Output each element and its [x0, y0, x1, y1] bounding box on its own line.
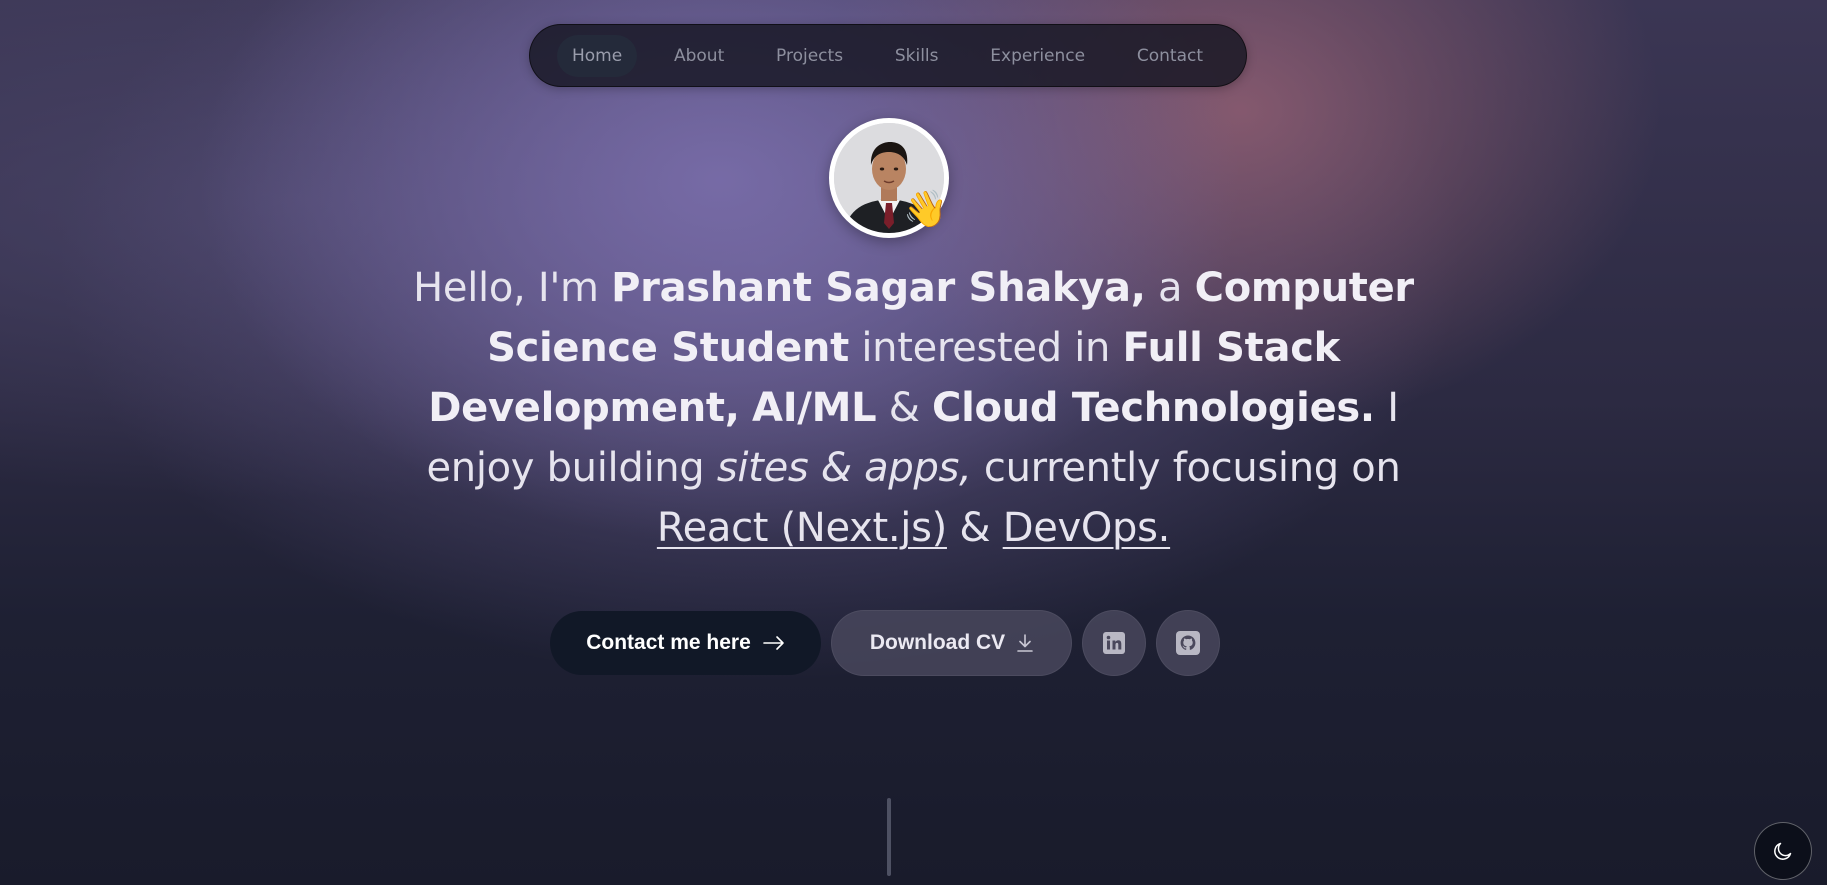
sites-apps-text: sites & apps,: [716, 445, 972, 491]
connector-text: currently focusing on: [971, 445, 1401, 491]
theme-toggle-button[interactable]: [1754, 822, 1812, 880]
connector-text: a: [1145, 265, 1195, 311]
github-icon: [1176, 631, 1200, 655]
connector-text: interested in: [848, 325, 1123, 371]
contact-button-label: Contact me here: [586, 631, 751, 654]
linkedin-button[interactable]: [1082, 610, 1146, 676]
nav-home[interactable]: Home: [557, 34, 638, 77]
contact-button[interactable]: Contact me here: [550, 611, 821, 675]
linkedin-icon: [1103, 632, 1125, 654]
profile-avatar-container: 👋: [829, 118, 949, 238]
arrow-right-icon: [762, 636, 784, 650]
intro-text: Hello, I'm: [413, 265, 612, 311]
nav-about[interactable]: About: [659, 35, 739, 77]
waving-hand-icon: 👋: [903, 189, 948, 230]
github-button[interactable]: [1156, 610, 1220, 676]
download-cv-label: Download CV: [869, 631, 1006, 654]
connector-text: &: [946, 505, 1003, 551]
download-icon: [1017, 634, 1033, 652]
interest-ai-ml: AI/ML: [752, 385, 877, 431]
nav-skills[interactable]: Skills: [880, 35, 954, 77]
moon-icon: [1774, 842, 1792, 860]
nav-contact[interactable]: Contact: [1122, 35, 1218, 77]
hero-headline: Hello, I'm Prashant Sagar Shakya, a Comp…: [380, 258, 1447, 558]
interest-cloud: Cloud Technologies.: [932, 385, 1375, 431]
focus-devops-link[interactable]: DevOps.: [1003, 505, 1171, 551]
top-navigation: Home About Projects Skills Experience Co…: [529, 24, 1247, 87]
focus-react-link[interactable]: React (Next.js): [657, 505, 947, 551]
name-text: Prashant Sagar Shakya,: [611, 265, 1146, 311]
scroll-indicator: [887, 798, 891, 876]
download-cv-button[interactable]: Download CV: [831, 610, 1072, 676]
nav-experience[interactable]: Experience: [975, 35, 1100, 77]
hero-actions: Contact me here Download CV: [550, 610, 1220, 676]
connector-text: &: [876, 385, 933, 431]
nav-projects[interactable]: Projects: [761, 35, 858, 77]
